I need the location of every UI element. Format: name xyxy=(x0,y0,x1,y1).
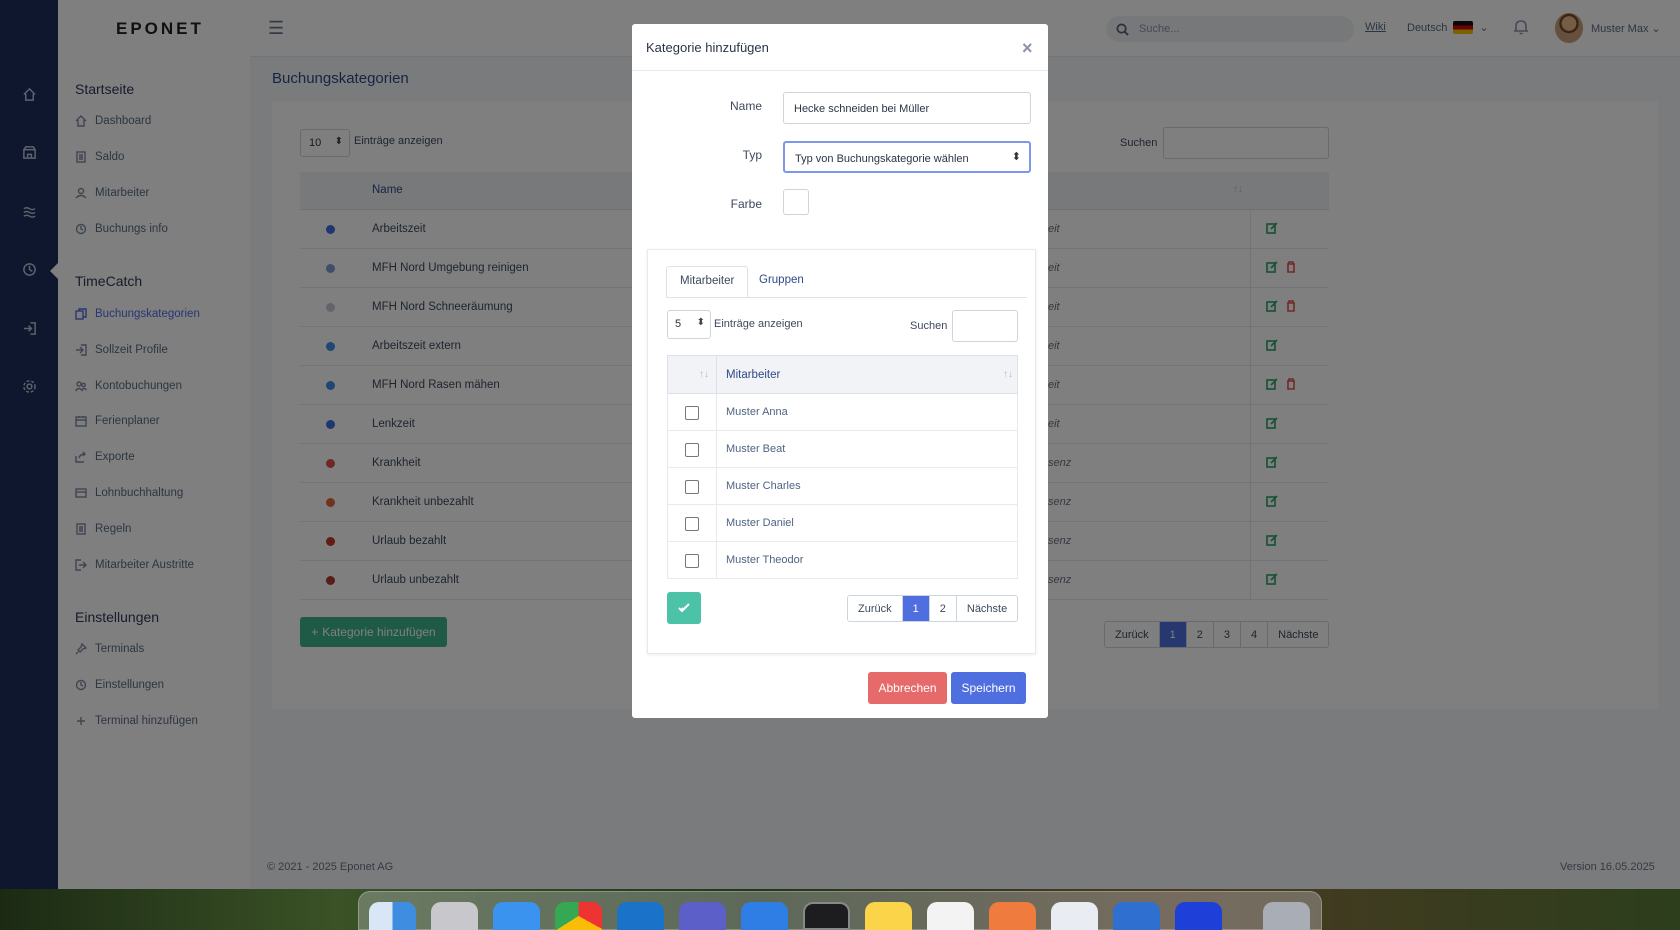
chrome-icon[interactable] xyxy=(555,902,602,930)
launchpad-icon[interactable] xyxy=(431,902,478,930)
list-item: Muster Theodor xyxy=(667,542,1018,579)
employees-table-header: ↑↓ Mitarbeiter ↑↓ xyxy=(667,355,1018,394)
pagination-page-button[interactable]: 1 xyxy=(902,596,930,621)
tabs-divider xyxy=(666,297,1027,298)
postman-icon[interactable] xyxy=(989,902,1036,930)
list-item: Muster Charles xyxy=(667,468,1018,505)
double-check-icon xyxy=(678,603,690,613)
save-button[interactable]: Speichern xyxy=(951,672,1026,704)
type-label: Typ xyxy=(742,148,762,162)
modal-title: Kategorie hinzufügen xyxy=(646,40,769,55)
tab-mitarbeiter[interactable]: Mitarbeiter xyxy=(666,266,749,298)
pagination-page-button[interactable]: 2 xyxy=(929,596,957,621)
employee-checkbox[interactable] xyxy=(685,443,699,457)
divider xyxy=(632,70,1048,71)
pagination-prev-button[interactable]: Zurück xyxy=(848,596,903,621)
game-app-icon[interactable] xyxy=(1175,902,1222,930)
employee-name: Muster Daniel xyxy=(726,517,794,529)
column-header-mitarbeiter[interactable]: Mitarbeiter xyxy=(726,369,780,381)
employee-name: Muster Charles xyxy=(726,480,801,492)
add-category-modal: Kategorie hinzufügen × Name Hecke schnei… xyxy=(632,24,1048,718)
sort-icon[interactable]: ↑↓ xyxy=(699,369,709,380)
modal-entries-label: Einträge anzeigen xyxy=(714,318,803,330)
app-icon[interactable] xyxy=(1051,902,1098,930)
select-all-button[interactable] xyxy=(667,592,701,624)
tab-gruppen[interactable]: Gruppen xyxy=(746,266,817,298)
windows-app-icon[interactable] xyxy=(1113,902,1160,930)
modal-search-input[interactable] xyxy=(952,310,1018,342)
notes-icon[interactable] xyxy=(865,902,912,930)
pagination-next-button[interactable]: Nächste xyxy=(956,596,1018,621)
name-input[interactable]: Hecke schneiden bei Müller xyxy=(783,92,1031,124)
finder-icon[interactable] xyxy=(369,902,416,930)
name-label: Name xyxy=(729,99,762,113)
list-item: Muster Daniel xyxy=(667,505,1018,542)
app-window: EPONET Startseite Dashboard Saldo Mitarb… xyxy=(0,0,1680,889)
outlook-icon[interactable] xyxy=(617,902,664,930)
cancel-button[interactable]: Abbrechen xyxy=(868,672,947,704)
employee-name: Muster Beat xyxy=(726,443,786,455)
sort-icon[interactable]: ↑↓ xyxy=(1003,369,1013,380)
employee-checkbox[interactable] xyxy=(685,554,699,568)
modal-search-label: Suchen xyxy=(910,320,948,332)
employees-table: ↑↓ Mitarbeiter ↑↓ Muster Anna Muster Beat… xyxy=(667,355,1018,579)
terminal-icon[interactable] xyxy=(803,902,850,930)
type-select[interactable]: Typ von Buchungskategorie wählen xyxy=(783,141,1031,173)
list-item: Muster Anna xyxy=(667,394,1018,431)
employee-checkbox[interactable] xyxy=(685,517,699,531)
close-icon[interactable]: × xyxy=(1022,38,1033,59)
vscode-icon[interactable] xyxy=(927,902,974,930)
trash-icon[interactable] xyxy=(1263,902,1310,930)
list-item: Muster Beat xyxy=(667,431,1018,468)
safari-icon[interactable] xyxy=(493,902,540,930)
employee-checkbox[interactable] xyxy=(685,480,699,494)
modal-pagination: Zurück 1 2 Nächste xyxy=(847,595,1019,622)
color-label: Farbe xyxy=(730,197,762,211)
employee-name: Muster Anna xyxy=(726,406,788,418)
color-picker[interactable] xyxy=(783,189,809,215)
tasks-icon[interactable] xyxy=(741,902,788,930)
employee-checkbox[interactable] xyxy=(685,406,699,420)
teams-icon[interactable] xyxy=(679,902,726,930)
employee-name: Muster Theodor xyxy=(726,554,804,566)
modal-entries-select[interactable]: 5 xyxy=(667,310,711,339)
